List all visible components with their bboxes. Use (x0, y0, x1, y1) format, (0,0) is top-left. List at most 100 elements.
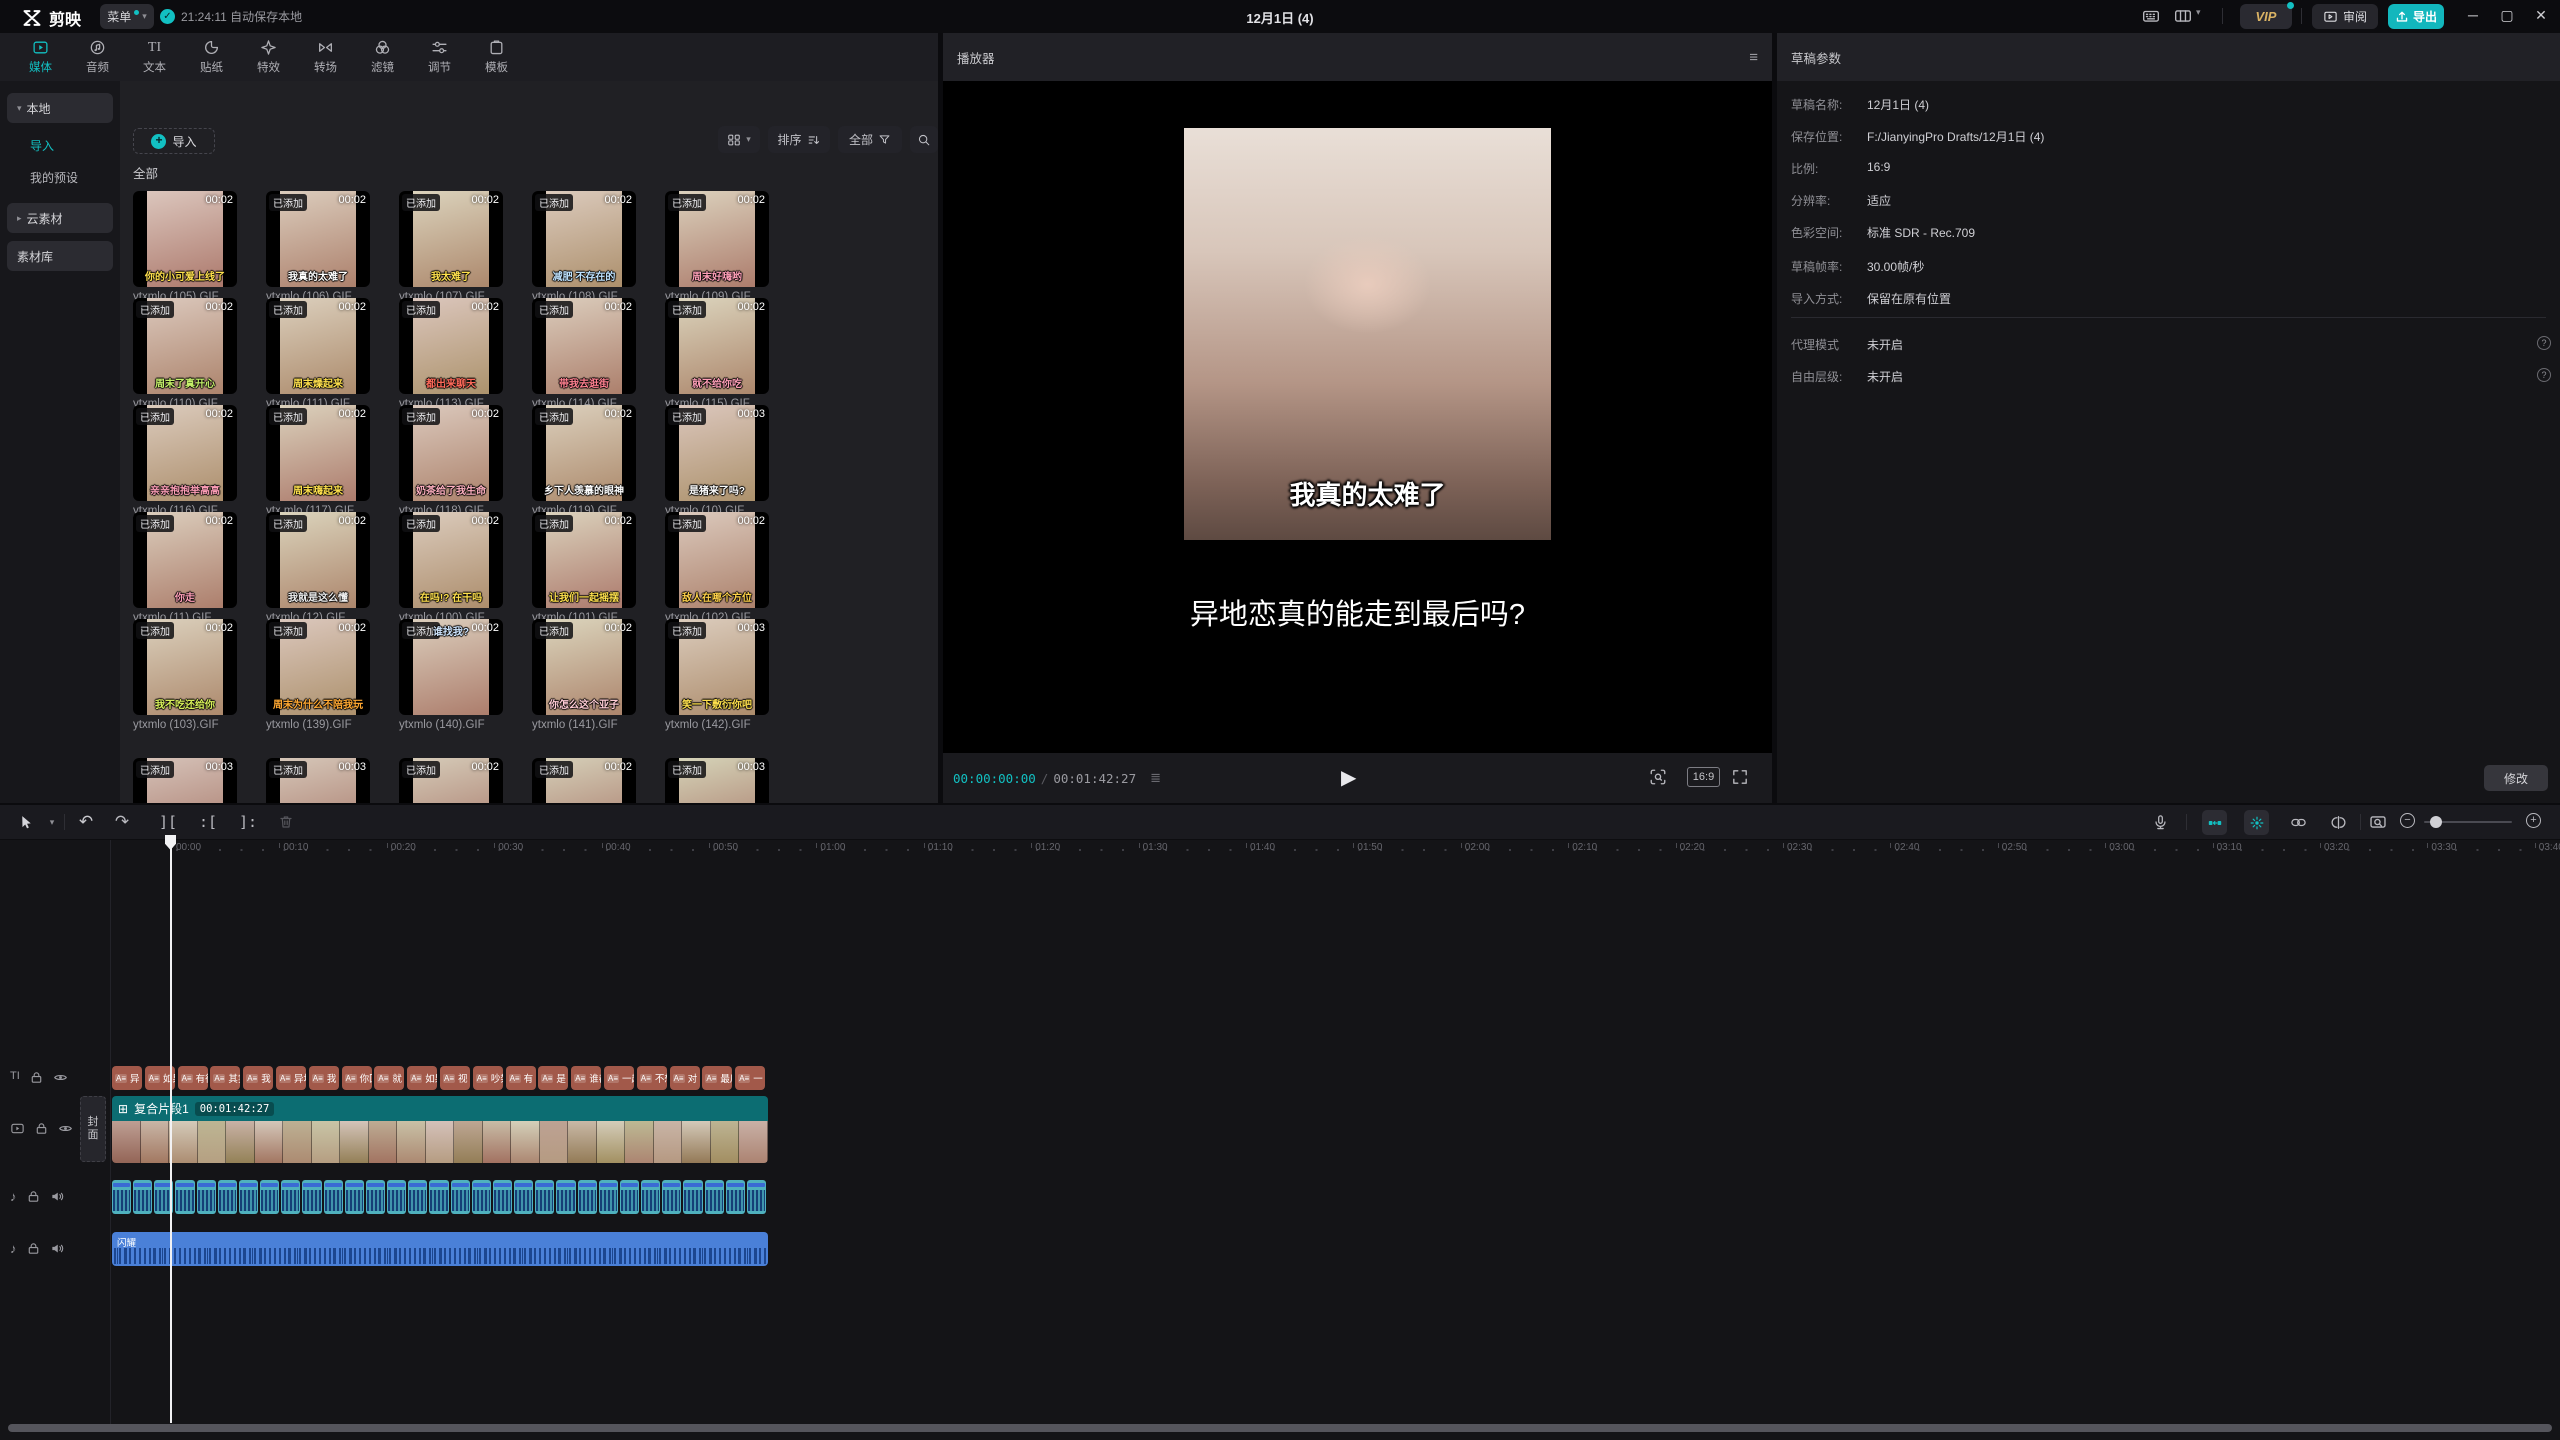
media-thumbnail[interactable]: 已添加00:02周末好嗨哟 (665, 191, 769, 287)
undo-button[interactable]: ↶ (76, 812, 96, 832)
timeline-ruler[interactable]: 00:0000:1000:2000:3000:4000:5001:0001:10… (0, 841, 2560, 859)
media-thumbnail[interactable]: 已添加00:02 (532, 758, 636, 803)
segment-list-icon[interactable]: ≣ (1150, 770, 1162, 786)
audio-clip[interactable] (175, 1180, 194, 1214)
sidebar-item-我的预设[interactable]: 我的预设 (30, 165, 78, 189)
modify-button[interactable]: 修改 (2484, 765, 2548, 791)
menu-button[interactable]: 菜单 ▾ (100, 4, 154, 29)
media-thumbnail[interactable]: 已添加00:02周末嗨起来 (266, 405, 370, 501)
tab-文本[interactable]: TI文本 (126, 33, 183, 81)
media-thumbnail[interactable]: 已添加00:02带我去逛街 (532, 298, 636, 394)
preview-canvas[interactable]: 我真的太难了 异地恋真的能走到最后吗? (943, 81, 1772, 753)
eye-icon[interactable] (58, 1121, 73, 1136)
audio-clip[interactable] (578, 1180, 597, 1214)
filter-button[interactable]: 全部 (838, 126, 902, 153)
zoom-slider-handle[interactable] (2430, 816, 2442, 828)
audio-clip[interactable] (620, 1180, 639, 1214)
media-thumbnail[interactable]: 已添加00:03 (266, 758, 370, 803)
select-tool-button[interactable] (16, 812, 36, 832)
audio-clip[interactable] (366, 1180, 385, 1214)
window-close-button[interactable]: ✕ (2526, 0, 2556, 30)
audio-clip[interactable] (112, 1180, 131, 1214)
audio-clip[interactable] (133, 1180, 152, 1214)
text-clip[interactable]: A≡其实 (210, 1066, 240, 1090)
lock-icon[interactable] (26, 1241, 41, 1256)
audio-clip[interactable] (493, 1180, 512, 1214)
audio-clip[interactable] (260, 1180, 279, 1214)
tab-音频[interactable]: 音频 (69, 33, 126, 81)
info-icon[interactable]: ? (2537, 336, 2551, 350)
audio-clip[interactable] (472, 1180, 491, 1214)
text-clip[interactable]: A≡一起 (604, 1066, 634, 1090)
audio-clip[interactable] (535, 1180, 554, 1214)
record-voiceover-button[interactable] (2150, 812, 2170, 832)
media-thumbnail[interactable]: 已添加00:02周末燥起来 (266, 298, 370, 394)
text-track-icon[interactable]: TI (10, 1070, 20, 1085)
auto-ripple-toggle[interactable] (2202, 810, 2227, 835)
layout-switch-button[interactable] (2174, 7, 2194, 25)
audio-clip[interactable] (302, 1180, 321, 1214)
tab-媒体[interactable]: 媒体 (12, 33, 69, 81)
audio-clip[interactable] (429, 1180, 448, 1214)
text-clip[interactable]: A≡我 (243, 1066, 273, 1090)
audio-clip[interactable] (556, 1180, 575, 1214)
text-clip[interactable]: A≡异 (112, 1066, 142, 1090)
audio-clip[interactable] (726, 1180, 745, 1214)
search-button[interactable] (910, 126, 938, 153)
text-clip[interactable]: A≡就 (374, 1066, 404, 1090)
audio-clip[interactable] (218, 1180, 237, 1214)
audio-clip[interactable] (599, 1180, 618, 1214)
media-thumbnail[interactable]: 已添加00:02我真的太难了 (266, 191, 370, 287)
linkage-toggle[interactable] (2244, 810, 2269, 835)
media-thumbnail[interactable]: 已添加00:02乡下人羡慕的眼神 (532, 405, 636, 501)
audio-clip[interactable] (662, 1180, 681, 1214)
media-thumbnail[interactable]: 已添加00:02周末了真开心 (133, 298, 237, 394)
split-right-button[interactable]: ]: (238, 812, 258, 832)
speaker-icon[interactable] (50, 1241, 65, 1256)
sort-button[interactable]: 排序 (768, 126, 830, 153)
split-button[interactable]: ][ (158, 812, 178, 832)
media-thumbnail[interactable]: 已添加00:03笑一下敷衍你吧 (665, 619, 769, 715)
audio-clip[interactable] (514, 1180, 533, 1214)
window-minimize-button[interactable]: ─ (2458, 0, 2488, 30)
info-icon[interactable]: ? (2537, 368, 2551, 382)
media-thumbnail[interactable]: 已添加00:02都出来聊天 (399, 298, 503, 394)
media-thumbnail[interactable]: 已添加00:02你怎么这个亚子 (532, 619, 636, 715)
audio-clip[interactable] (239, 1180, 258, 1214)
aspect-ratio-button[interactable]: 16:9 (1687, 767, 1720, 787)
audio-clip[interactable] (281, 1180, 300, 1214)
media-thumbnail[interactable]: 已添加00:02我太难了 (399, 191, 503, 287)
window-maximize-button[interactable]: ▢ (2492, 0, 2522, 30)
video-track-icon[interactable] (10, 1121, 25, 1136)
eye-icon[interactable] (53, 1070, 68, 1085)
media-thumbnail[interactable]: 00:02你的小可爱上线了 (133, 191, 237, 287)
audio-clip[interactable] (197, 1180, 216, 1214)
text-clip[interactable]: A≡你回 (342, 1066, 372, 1090)
speaker-icon[interactable] (50, 1189, 65, 1204)
compound-clip-header[interactable]: ⊞ 复合片段1 00:01:42:27 (112, 1096, 768, 1121)
sidebar-group-本地[interactable]: ▾本地 (7, 93, 113, 123)
text-clip[interactable]: A≡有 (506, 1066, 536, 1090)
audio-clip[interactable] (324, 1180, 343, 1214)
media-thumbnail[interactable]: 已添加00:02我就是这么懂 (266, 512, 370, 608)
link-preview-toggle[interactable] (2288, 812, 2308, 832)
tab-模板[interactable]: 模板 (468, 33, 525, 81)
sidebar-group-云素材[interactable]: ▸云素材 (7, 203, 113, 233)
audio-clip[interactable] (683, 1180, 702, 1214)
text-clip[interactable]: A≡一 (735, 1066, 765, 1090)
timeline-zoom-out-button[interactable]: − (2400, 813, 2415, 828)
text-clip[interactable]: A≡最后 (702, 1066, 732, 1090)
sidebar-item-导入[interactable]: 导入 (30, 133, 54, 157)
media-thumbnail[interactable]: 已添加00:02你走 (133, 512, 237, 608)
layout-chevron-icon[interactable]: ▾ (2196, 7, 2216, 25)
player-menu-icon[interactable]: ≡ (1749, 49, 1758, 66)
tab-滤镜[interactable]: 滤镜 (354, 33, 411, 81)
lock-icon[interactable] (34, 1121, 49, 1136)
lock-icon[interactable] (26, 1189, 41, 1204)
tab-调节[interactable]: 调节 (411, 33, 468, 81)
text-clip[interactable]: A≡谁都 (571, 1066, 601, 1090)
timeline-horizontal-scrollbar[interactable] (8, 1424, 2552, 1432)
text-clip[interactable]: A≡我 (309, 1066, 339, 1090)
media-thumbnail[interactable]: 已添加00:02 (399, 758, 503, 803)
tab-转场[interactable]: 转场 (297, 33, 354, 81)
